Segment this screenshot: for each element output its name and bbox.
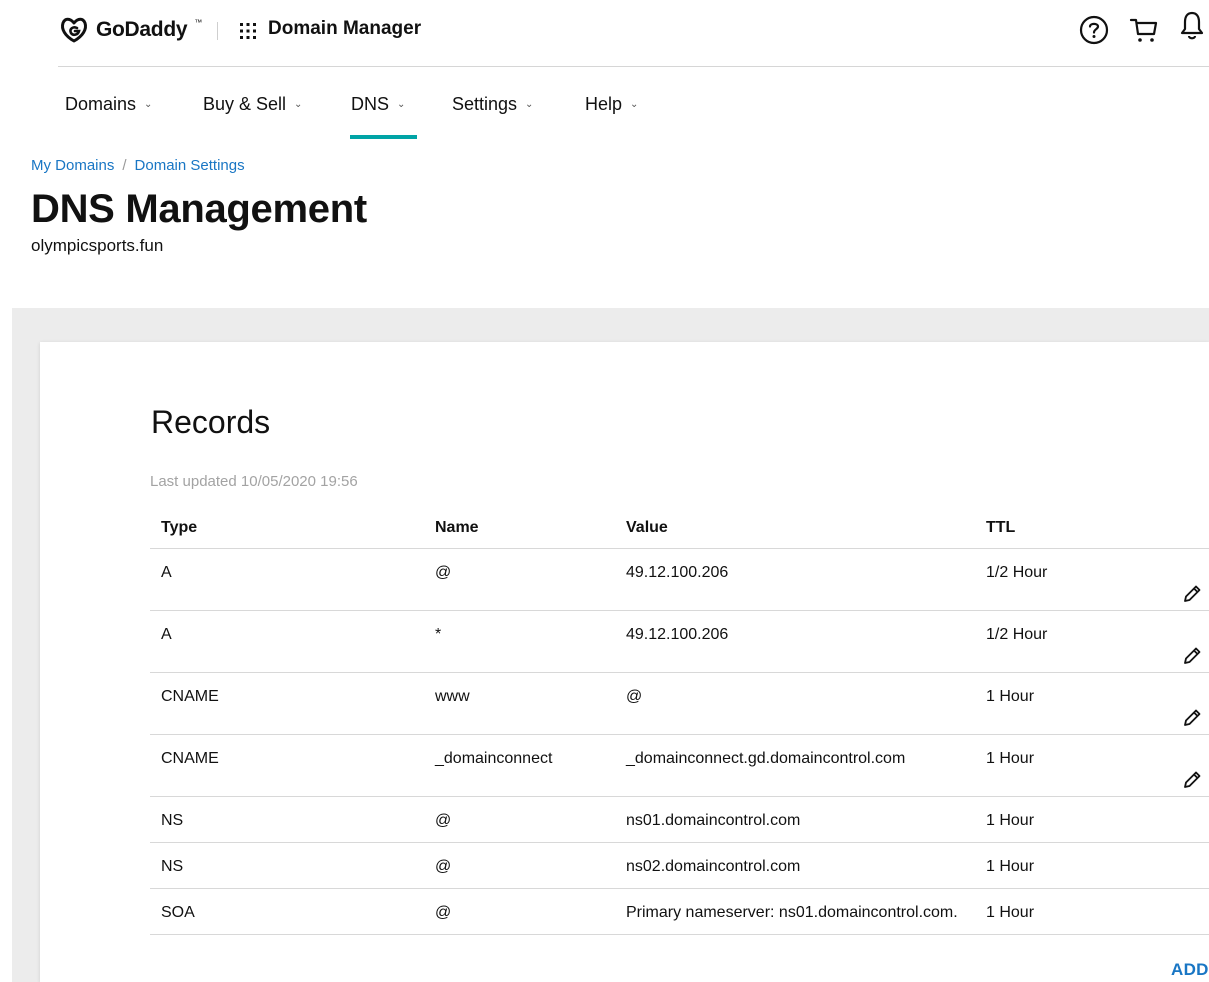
record-type: CNAME <box>161 750 219 767</box>
nav-active-indicator <box>350 135 417 139</box>
breadcrumb-separator: / <box>122 157 127 174</box>
record-value: @ <box>626 688 643 705</box>
table-header: Type Name Value TTL <box>150 509 1209 549</box>
record-name: @ <box>435 858 452 875</box>
help-icon[interactable] <box>1078 14 1110 46</box>
grid-dots-icon[interactable] <box>238 21 258 41</box>
logo-trademark: ™ <box>194 17 203 27</box>
chevron-down-icon: ⌄ <box>397 99 406 110</box>
chevron-down-icon: ⌄ <box>144 99 153 110</box>
pencil-icon[interactable] <box>1181 769 1203 791</box>
records-title: Records <box>151 404 271 440</box>
bell-icon[interactable] <box>1178 10 1206 42</box>
godaddy-logo[interactable]: GoDaddy ™ <box>58 14 202 46</box>
table-row: CNAME www @ 1 Hour <box>150 673 1209 735</box>
record-value: _domainconnect.gd.domaincontrol.com <box>626 750 906 767</box>
nav-settings-label: Settings <box>452 94 518 114</box>
column-header-type: Type <box>161 519 198 536</box>
record-ttl: 1 Hour <box>986 750 1035 767</box>
record-ttl: 1 Hour <box>986 858 1035 875</box>
record-name: @ <box>435 564 452 581</box>
nav-settings[interactable]: Settings ⌄ <box>452 94 533 115</box>
godaddy-logo-icon <box>61 17 87 43</box>
nav-dns[interactable]: DNS ⌄ <box>351 94 405 115</box>
table-row: A * 49.12.100.206 1/2 Hour <box>150 611 1209 673</box>
record-type: NS <box>161 858 184 875</box>
record-ttl: 1 Hour <box>986 904 1035 921</box>
record-name: @ <box>435 812 452 829</box>
record-name: _domainconnect <box>435 750 553 767</box>
app-title: Domain Manager <box>268 18 422 39</box>
main-nav: Domains ⌄ Buy & Sell ⌄ DNS ⌄ Settings ⌄ … <box>0 67 1209 141</box>
last-updated: Last updated 10/05/2020 19:56 <box>150 473 358 490</box>
nav-help[interactable]: Help ⌄ <box>585 94 638 115</box>
record-value: 49.12.100.206 <box>626 564 729 581</box>
chevron-down-icon: ⌄ <box>630 99 639 110</box>
logo-text: GoDaddy <box>96 18 188 41</box>
pencil-icon[interactable] <box>1181 645 1203 667</box>
top-bar: GoDaddy ™ Domain Manager <box>0 0 1209 66</box>
record-type: CNAME <box>161 688 219 705</box>
nav-buy-sell-label: Buy & Sell <box>203 94 287 114</box>
chevron-down-icon: ⌄ <box>294 99 303 110</box>
record-ttl: 1/2 Hour <box>986 626 1048 643</box>
pencil-icon[interactable] <box>1181 583 1203 605</box>
record-ttl: 1/2 Hour <box>986 564 1048 581</box>
record-value: Primary nameserver: ns01.domaincontrol.c… <box>626 904 958 921</box>
nav-dns-label: DNS <box>351 94 390 114</box>
nav-domains[interactable]: Domains ⌄ <box>65 94 152 115</box>
record-value: 49.12.100.206 <box>626 626 729 643</box>
record-name: * <box>435 626 442 643</box>
breadcrumb: My Domains / Domain Settings <box>31 157 245 174</box>
header-divider <box>217 22 218 40</box>
record-type: A <box>161 626 172 643</box>
record-name: www <box>435 688 470 705</box>
nav-domains-label: Domains <box>65 94 137 114</box>
domain-name: olympicsports.fun <box>31 236 164 255</box>
table-row: NS @ ns02.domaincontrol.com 1 Hour <box>150 843 1209 889</box>
table-row: A @ 49.12.100.206 1/2 Hour <box>150 549 1209 611</box>
pencil-icon[interactable] <box>1181 707 1203 729</box>
column-header-value: Value <box>626 519 668 536</box>
column-header-ttl: TTL <box>986 519 1016 536</box>
page-title: DNS Management <box>31 187 367 231</box>
cart-icon[interactable] <box>1128 14 1160 46</box>
record-value: ns02.domaincontrol.com <box>626 858 801 875</box>
record-type: SOA <box>161 904 195 921</box>
record-value: ns01.domaincontrol.com <box>626 812 801 829</box>
add-record-button[interactable]: ADD <box>1171 960 1209 980</box>
breadcrumb-domain-settings[interactable]: Domain Settings <box>135 157 245 174</box>
table-row: SOA @ Primary nameserver: ns01.domaincon… <box>150 889 1209 935</box>
records-table: Type Name Value TTL A @ 49.12.100.206 1/… <box>150 509 1209 935</box>
table-row: CNAME _domainconnect _domainconnect.gd.d… <box>150 735 1209 797</box>
record-ttl: 1 Hour <box>986 688 1035 705</box>
nav-help-label: Help <box>585 94 623 114</box>
record-type: A <box>161 564 172 581</box>
record-type: NS <box>161 812 184 829</box>
nav-buy-sell[interactable]: Buy & Sell ⌄ <box>203 94 302 115</box>
table-row: NS @ ns01.domaincontrol.com 1 Hour <box>150 797 1209 843</box>
breadcrumb-my-domains[interactable]: My Domains <box>31 157 114 174</box>
chevron-down-icon: ⌄ <box>525 99 534 110</box>
record-ttl: 1 Hour <box>986 812 1035 829</box>
record-name: @ <box>435 904 452 921</box>
column-header-name: Name <box>435 519 479 536</box>
